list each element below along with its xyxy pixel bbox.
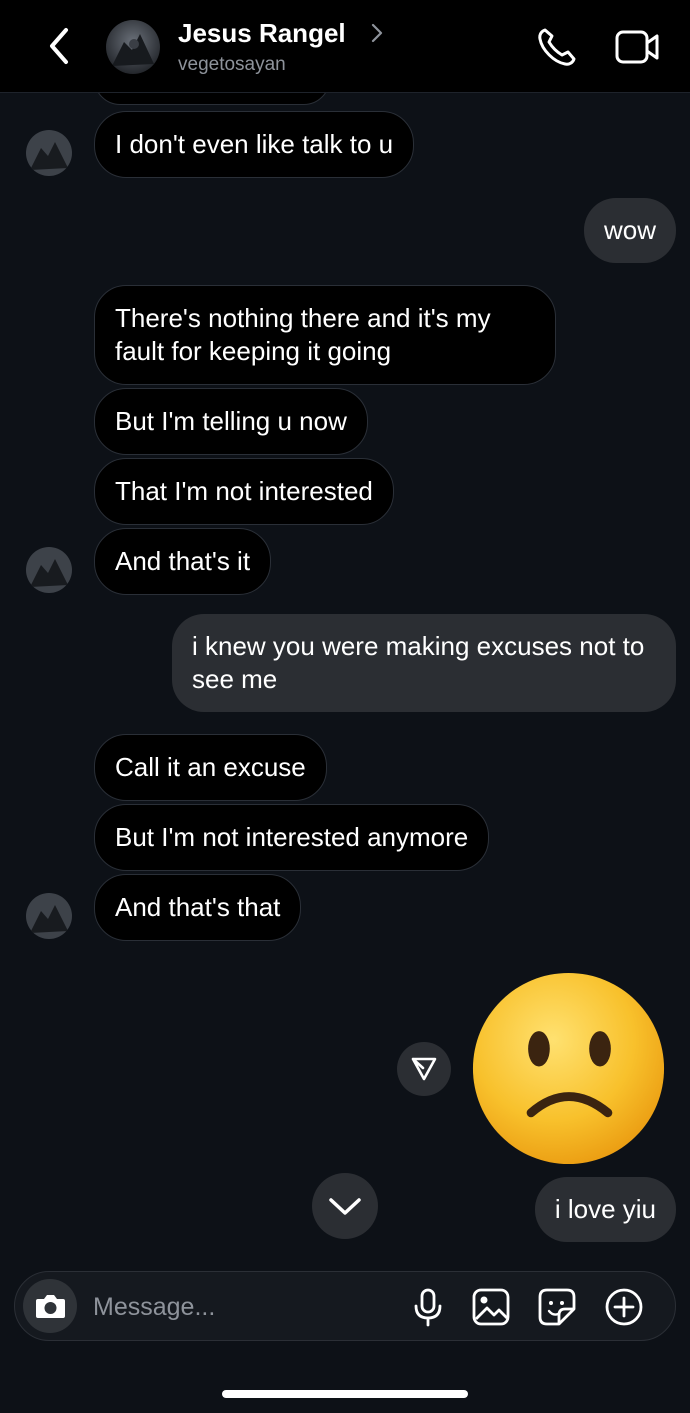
sender-avatar[interactable] [26, 547, 72, 593]
video-camera-icon[interactable] [614, 28, 660, 66]
chevron-right-icon[interactable] [370, 22, 384, 44]
incoming-message[interactable]: But I'm not interested anymore [94, 804, 490, 871]
slightly-frowning-face-emoji[interactable] [470, 970, 667, 1167]
gallery-icon[interactable] [471, 1287, 511, 1327]
incoming-message[interactable]: And that's it [94, 528, 272, 595]
share-button[interactable] [397, 1042, 451, 1096]
phone-icon[interactable] [536, 26, 578, 68]
sender-avatar[interactable] [26, 893, 72, 939]
camera-button[interactable] [23, 1279, 77, 1333]
incoming-message[interactable]: That I'm not interested [94, 458, 394, 525]
incoming-message[interactable]: There's nothing there and it's my fault … [94, 285, 556, 385]
contact-username: vegetosayan [178, 54, 286, 75]
outgoing-message[interactable]: i love yiu [534, 1177, 676, 1242]
home-indicator[interactable] [222, 1390, 468, 1398]
scroll-to-bottom-button[interactable] [312, 1173, 378, 1239]
message-input[interactable] [93, 1290, 383, 1324]
incoming-message[interactable]: I don't even like talk to u [94, 111, 415, 178]
sticker-icon[interactable] [537, 1287, 577, 1327]
message-composer [14, 1271, 676, 1341]
message-bubble-partial [94, 93, 330, 105]
contact-avatar[interactable] [106, 20, 160, 74]
microphone-icon[interactable] [408, 1287, 448, 1327]
contact-name[interactable]: Jesus Rangel [178, 18, 346, 49]
plus-icon[interactable] [604, 1287, 644, 1327]
incoming-message[interactable]: Call it an excuse [94, 734, 327, 801]
incoming-message[interactable]: And that's that [94, 874, 302, 941]
camera-icon [36, 1295, 65, 1318]
outgoing-message[interactable]: i knew you were making excuses not to se… [172, 614, 676, 712]
chevron-down-icon [329, 1198, 361, 1215]
send-icon [411, 1057, 437, 1081]
outgoing-message[interactable]: wow [583, 198, 676, 263]
chat-header: Jesus Rangel vegetosayan [0, 0, 690, 93]
incoming-message[interactable]: But I'm telling u now [94, 388, 368, 455]
back-icon[interactable] [44, 26, 74, 66]
sender-avatar[interactable] [26, 130, 72, 176]
